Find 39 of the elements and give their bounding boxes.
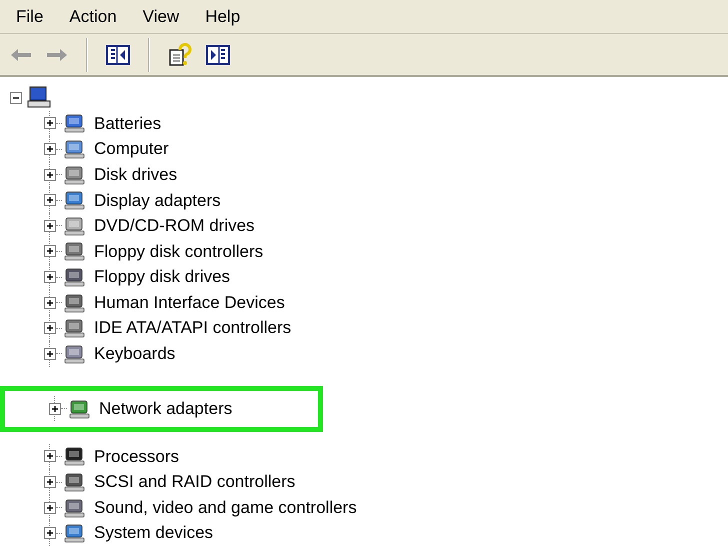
help-icon[interactable] (168, 42, 192, 67)
device-category-label[interactable]: Disk drives (94, 162, 178, 188)
menu-item[interactable]: File (16, 4, 44, 30)
panel-toggle-icon[interactable] (206, 44, 230, 65)
computer-icon[interactable] (26, 86, 52, 110)
expand-icon[interactable] (44, 220, 56, 232)
expand-icon[interactable] (44, 117, 56, 130)
device-category-label[interactable]: Human Interface Devices (94, 290, 285, 316)
device-category-label[interactable]: Network adapters (99, 396, 232, 422)
expand-icon[interactable] (49, 402, 61, 415)
device-category-label[interactable]: SCSI and RAID controllers (94, 469, 296, 495)
expand-icon[interactable] (44, 245, 56, 258)
expand-icon[interactable] (44, 348, 56, 360)
expand-icon[interactable] (44, 322, 56, 334)
device-category-label[interactable]: IDE ATA/ATAPI controllers (94, 315, 292, 341)
device-category-label[interactable]: Sound, video and game controllers (94, 494, 357, 520)
device-category-label[interactable]: Processors (94, 444, 180, 470)
expand-icon[interactable] (44, 143, 56, 156)
expand-icon[interactable] (44, 527, 56, 540)
expand-icon[interactable] (44, 168, 56, 181)
expand-icon[interactable] (44, 476, 56, 488)
device-category-label[interactable]: Floppy disk controllers (94, 238, 264, 264)
expand-icon[interactable] (44, 194, 56, 206)
menu-item[interactable]: Action (69, 4, 117, 30)
device-category-label[interactable]: Floppy disk drives (94, 264, 230, 290)
device-category-label[interactable]: Display adapters (94, 188, 221, 214)
device-category-label[interactable]: Batteries (94, 110, 162, 136)
device-category-label[interactable]: Computer (94, 136, 169, 162)
device-category-label[interactable]: DVD/CD-ROM drives (94, 213, 255, 239)
expand-icon[interactable] (44, 502, 56, 514)
device-category-label[interactable]: System devices (94, 520, 214, 546)
menu-item[interactable]: View (142, 4, 180, 30)
expand-icon[interactable] (44, 296, 56, 309)
device-category-label[interactable]: Keyboards (94, 341, 176, 367)
expand-icon[interactable] (44, 450, 56, 462)
collapse-icon[interactable] (10, 92, 22, 104)
menu-item[interactable]: Help (205, 4, 240, 30)
pane-toggle-icon[interactable] (106, 44, 130, 65)
expand-icon[interactable] (44, 271, 56, 284)
